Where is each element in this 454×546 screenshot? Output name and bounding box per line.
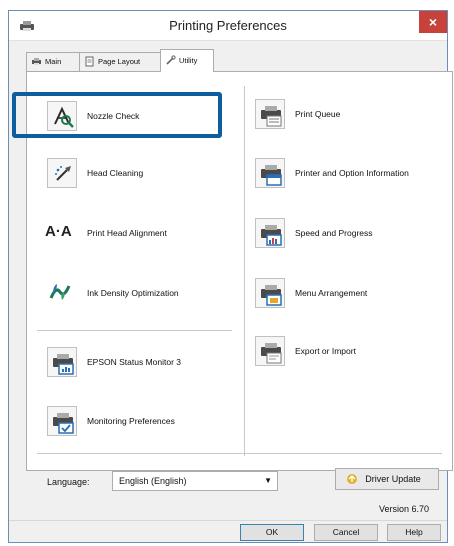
driver-update-button[interactable]: Driver Update bbox=[335, 468, 439, 490]
bottom-divider bbox=[37, 453, 442, 454]
status-monitor-icon bbox=[47, 347, 77, 377]
monitoring-preferences-icon bbox=[47, 406, 77, 436]
tab-utility[interactable]: Utility bbox=[160, 49, 214, 72]
chevron-down-icon: ▼ bbox=[264, 476, 272, 485]
export-import-icon bbox=[255, 336, 285, 366]
menu-arrangement-icon bbox=[255, 278, 285, 308]
ink-density-label: Ink Density Optimization bbox=[87, 288, 179, 298]
status-monitor-item[interactable]: EPSON Status Monitor 3 bbox=[47, 347, 227, 383]
language-select[interactable]: English (English) ▼ bbox=[112, 471, 278, 491]
vertical-divider bbox=[244, 86, 245, 456]
wrench-icon bbox=[166, 55, 176, 65]
language-label: Language: bbox=[47, 477, 90, 487]
status-monitor-label: EPSON Status Monitor 3 bbox=[87, 357, 182, 367]
speed-progress-item[interactable]: Speed and Progress bbox=[255, 218, 450, 254]
print-queue-icon bbox=[255, 99, 285, 129]
help-button[interactable]: Help bbox=[387, 524, 441, 541]
left-divider bbox=[37, 330, 232, 331]
printing-preferences-window: Printing Preferences × Main Page Layout … bbox=[8, 10, 453, 543]
print-head-alignment-item[interactable]: A·A Print Head Alignment bbox=[45, 218, 227, 254]
tab-page-layout[interactable]: Page Layout bbox=[79, 52, 161, 71]
head-cleaning-item[interactable]: Head Cleaning bbox=[47, 158, 227, 194]
speed-progress-label: Speed and Progress bbox=[295, 228, 373, 238]
speed-progress-icon bbox=[255, 218, 285, 248]
driver-update-label: Driver Update bbox=[365, 474, 421, 484]
tab-main[interactable]: Main bbox=[26, 52, 80, 71]
head-cleaning-icon bbox=[47, 158, 77, 188]
driver-update-icon bbox=[347, 474, 357, 484]
print-head-alignment-label: Print Head Alignment bbox=[87, 228, 167, 238]
tab-page-layout-label: Page Layout bbox=[98, 57, 141, 66]
nozzle-check-highlight bbox=[12, 92, 222, 138]
export-import-label: Export or Import bbox=[295, 346, 356, 356]
printer-option-info-icon bbox=[255, 158, 285, 188]
ok-button[interactable]: OK bbox=[240, 524, 304, 541]
window-title: Printing Preferences bbox=[169, 18, 287, 33]
menu-arrangement-label: Menu Arrangement bbox=[295, 288, 368, 298]
close-button[interactable]: × bbox=[419, 11, 447, 33]
tab-utility-label: Utility bbox=[179, 56, 198, 65]
tab-main-label: Main bbox=[45, 57, 62, 66]
print-head-alignment-icon: A·A bbox=[45, 218, 77, 248]
monitoring-preferences-label: Monitoring Preferences bbox=[87, 416, 175, 426]
page-layout-icon bbox=[85, 56, 94, 67]
ink-density-item[interactable]: Ink Density Optimization bbox=[47, 278, 227, 314]
print-queue-item[interactable]: Print Queue bbox=[255, 99, 450, 135]
dialog-button-bar: OK Cancel Help bbox=[9, 520, 447, 542]
printer-option-info-item[interactable]: Printer and Option Information bbox=[255, 158, 450, 194]
monitoring-preferences-item[interactable]: Monitoring Preferences bbox=[47, 406, 227, 442]
alignment-glyph: A·A bbox=[45, 223, 72, 240]
printer-icon bbox=[32, 58, 41, 65]
printer-option-info-label: Printer and Option Information bbox=[295, 168, 409, 178]
print-queue-label: Print Queue bbox=[295, 109, 341, 119]
language-value: English (English) bbox=[119, 476, 187, 486]
head-cleaning-label: Head Cleaning bbox=[87, 168, 144, 178]
cancel-button[interactable]: Cancel bbox=[314, 524, 378, 541]
version-label: Version 6.70 bbox=[378, 504, 429, 514]
title-bar: Printing Preferences × bbox=[9, 11, 447, 41]
ink-density-icon bbox=[47, 278, 77, 308]
menu-arrangement-item[interactable]: Menu Arrangement bbox=[255, 278, 450, 314]
export-import-item[interactable]: Export or Import bbox=[255, 336, 450, 372]
